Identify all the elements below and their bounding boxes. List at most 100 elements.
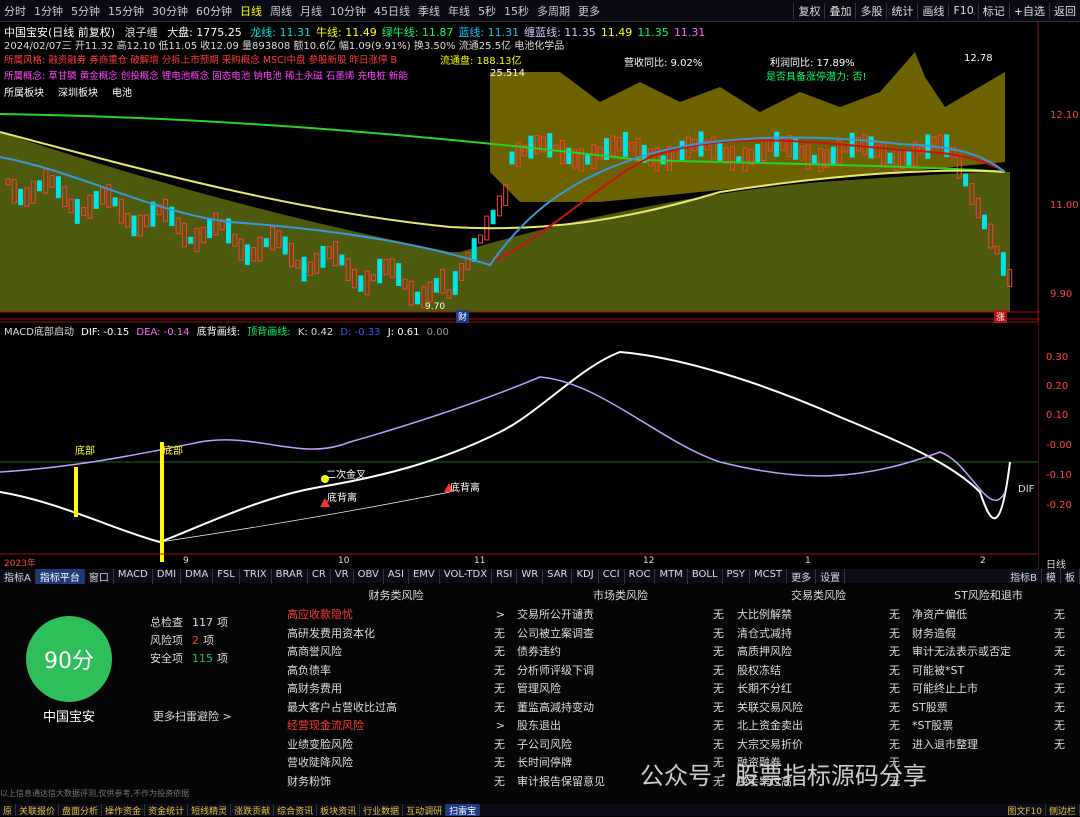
footer-right-tab[interactable]: 侧边栏: [1046, 804, 1080, 817]
indicator-tab[interactable]: VR: [331, 568, 354, 584]
footer-tab[interactable]: 操作资金: [102, 804, 146, 817]
risk-item[interactable]: ST股票 无: [912, 698, 1065, 717]
risk-item[interactable]: 财务粉饰 无: [287, 772, 505, 791]
risk-item[interactable]: 债券违约 无: [517, 642, 724, 661]
risk-item[interactable]: 最大客户占营收比过高 无: [287, 698, 505, 717]
risk-item[interactable]: 净资产偏低 无: [912, 605, 1065, 624]
toolbar-button[interactable]: 叠加: [824, 2, 855, 19]
toolbar-button[interactable]: 复权: [793, 2, 824, 19]
indicator-tab[interactable]: FSL: [213, 568, 240, 584]
indicator-tab[interactable]: DMI: [153, 568, 182, 584]
indicator-tab[interactable]: OBV: [354, 568, 384, 584]
kline-chart[interactable]: [0, 22, 1040, 569]
period-tab[interactable]: 季线: [414, 3, 444, 19]
risk-item[interactable]: 可能被*ST 无: [912, 661, 1065, 680]
indicator-tab[interactable]: KDJ: [572, 568, 599, 584]
indicator-tab[interactable]: WR: [517, 568, 544, 584]
footer-tab[interactable]: 板块资讯: [317, 804, 361, 817]
toolbar-button[interactable]: +自选: [1008, 2, 1049, 19]
indicator-tab[interactable]: TRIX: [240, 568, 272, 584]
indicator-tab[interactable]: 指标平台: [35, 568, 85, 584]
indicator-tab[interactable]: SAR: [543, 568, 573, 584]
period-tab[interactable]: 15分钟: [104, 3, 148, 19]
risk-item[interactable]: 高负债率 无: [287, 661, 505, 680]
indicator-tab-right-item[interactable]: 板: [1061, 568, 1080, 584]
period-tab[interactable]: 5分钟: [67, 3, 104, 19]
indicator-tab[interactable]: EMV: [409, 568, 440, 584]
footer-tab[interactable]: 原: [0, 804, 17, 817]
period-tab[interactable]: 15秒: [500, 3, 533, 19]
risk-item[interactable]: 财务造假 无: [912, 624, 1065, 643]
risk-item[interactable]: 管理风险 无: [517, 679, 724, 698]
risk-item[interactable]: 关联交易风险 无: [737, 698, 900, 717]
indicator-tab[interactable]: RSI: [492, 568, 518, 584]
indicator-tab[interactable]: MACD: [114, 568, 153, 584]
toolbar-button[interactable]: 返回: [1049, 2, 1080, 19]
risk-item[interactable]: 高财务费用 无: [287, 679, 505, 698]
risk-item[interactable]: 高研发费用资本化 无: [287, 624, 505, 643]
period-tab[interactable]: 月线: [296, 3, 326, 19]
toolbar-button[interactable]: 画线: [917, 2, 948, 19]
risk-item[interactable]: 分析师评级下调 无: [517, 661, 724, 680]
risk-item[interactable]: *ST股票 无: [912, 716, 1065, 735]
risk-item[interactable]: 股权冻结 无: [737, 661, 900, 680]
period-tab[interactable]: 年线: [444, 3, 474, 19]
footer-tab[interactable]: 短线精灵: [188, 804, 232, 817]
indicator-tab[interactable]: ASI: [384, 568, 409, 584]
period-tab[interactable]: 10分钟: [326, 3, 370, 19]
risk-item[interactable]: 清仓式减持 无: [737, 624, 900, 643]
risk-item[interactable]: 营收陡降风险 无: [287, 753, 505, 772]
period-tab[interactable]: 多周期: [533, 3, 574, 19]
footer-tab[interactable]: 资金统计: [145, 804, 189, 817]
indicator-tab[interactable]: CR: [308, 568, 331, 584]
risk-item[interactable]: 高质押风险 无: [737, 642, 900, 661]
indicator-tab[interactable]: 更多: [787, 568, 817, 584]
indicator-tab[interactable]: VOL-TDX: [440, 568, 493, 584]
risk-item[interactable]: 大比例解禁 无: [737, 605, 900, 624]
indicator-tab-right-item[interactable]: 模: [1042, 568, 1061, 584]
footer-tab[interactable]: 扫雷宝: [446, 804, 481, 817]
indicator-tab[interactable]: 设置: [816, 568, 846, 584]
limit-up-marker[interactable]: 涨: [994, 310, 1008, 323]
period-tab[interactable]: 1分钟: [30, 3, 67, 19]
footer-tab[interactable]: 盘面分析: [59, 804, 103, 817]
period-tab[interactable]: 更多: [574, 3, 604, 19]
risk-item[interactable]: 业绩变脸风险 无: [287, 735, 505, 754]
footer-tab[interactable]: 综合资讯: [274, 804, 318, 817]
risk-item[interactable]: 高应收款隐忧 >: [287, 605, 505, 624]
indicator-tab-right-item[interactable]: 指标B: [1006, 568, 1042, 584]
period-tab[interactable]: 60分钟: [192, 3, 236, 19]
risk-item[interactable]: 子公司风险 无: [517, 735, 724, 754]
period-tab[interactable]: 日线: [236, 3, 266, 19]
footer-tab[interactable]: 互动调研: [403, 804, 447, 817]
indicator-tab[interactable]: PSY: [723, 568, 751, 584]
risk-item[interactable]: 经营现金流风险 >: [287, 716, 505, 735]
period-tab[interactable]: 5秒: [474, 3, 500, 19]
period-tab[interactable]: 周线: [266, 3, 296, 19]
risk-item[interactable]: 高商誉风险 无: [287, 642, 505, 661]
more-scan-link[interactable]: 更多扫雷避险 >: [153, 708, 232, 724]
indicator-tab[interactable]: 窗口: [85, 568, 114, 584]
risk-item[interactable]: 可能终止上市 无: [912, 679, 1065, 698]
risk-item[interactable]: 股东退出 无: [517, 716, 724, 735]
toolbar-button[interactable]: 标记: [977, 2, 1009, 19]
footer-tab[interactable]: 行业数据: [360, 804, 404, 817]
period-tab[interactable]: 分时: [0, 3, 30, 19]
indicator-tab[interactable]: MTM: [655, 568, 688, 584]
finance-marker[interactable]: 财: [456, 310, 470, 323]
indicator-tab[interactable]: BRAR: [272, 568, 308, 584]
toolbar-button[interactable]: 统计: [886, 2, 917, 19]
risk-item[interactable]: 长期不分红 无: [737, 679, 900, 698]
risk-item[interactable]: 进入退市整理 无: [912, 735, 1065, 754]
risk-item[interactable]: 公司被立案调查 无: [517, 624, 724, 643]
period-tab[interactable]: 30分钟: [148, 3, 192, 19]
indicator-tab[interactable]: DMA: [181, 568, 214, 584]
indicator-tab[interactable]: CCI: [599, 568, 625, 584]
risk-item[interactable]: 大宗交易折价 无: [737, 735, 900, 754]
period-tab[interactable]: 45日线: [370, 3, 414, 19]
toolbar-button[interactable]: 多股: [855, 2, 886, 19]
toolbar-button[interactable]: F10: [948, 4, 977, 17]
indicator-tab[interactable]: MCST: [750, 568, 788, 584]
indicator-tab[interactable]: 指标A: [0, 568, 36, 584]
indicator-tab[interactable]: ROC: [625, 568, 656, 584]
